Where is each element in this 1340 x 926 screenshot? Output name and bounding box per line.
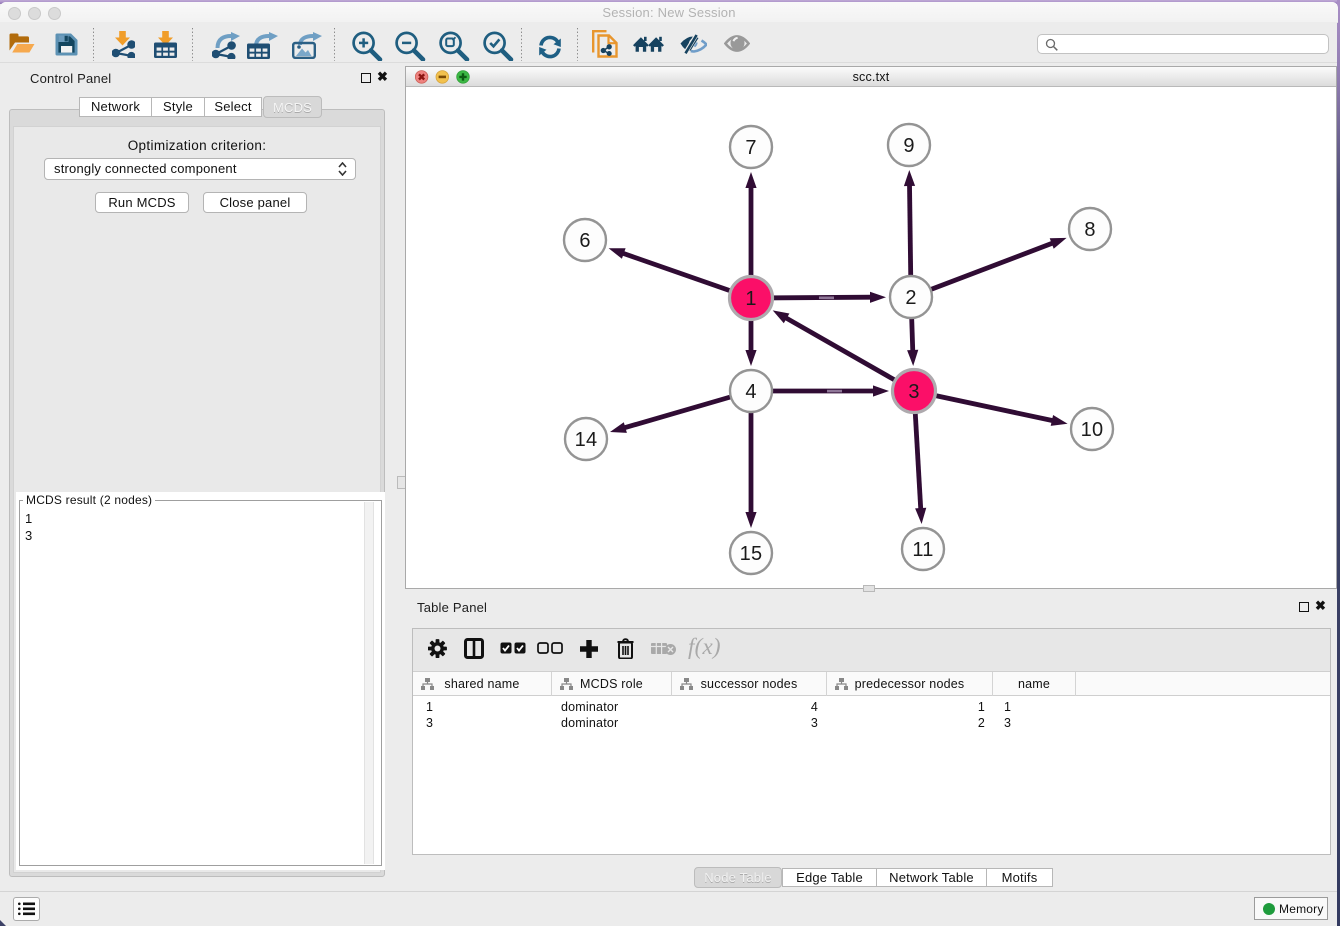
svg-text:3: 3 bbox=[908, 381, 919, 403]
svg-text:9: 9 bbox=[903, 135, 914, 157]
svg-text:7: 7 bbox=[745, 137, 756, 159]
svg-text:11: 11 bbox=[912, 539, 933, 561]
svg-text:15: 15 bbox=[740, 543, 763, 565]
svg-text:1: 1 bbox=[745, 288, 756, 310]
svg-text:8: 8 bbox=[1084, 219, 1095, 241]
svg-text:2: 2 bbox=[905, 287, 916, 309]
svg-text:10: 10 bbox=[1081, 419, 1104, 441]
svg-text:4: 4 bbox=[745, 381, 756, 403]
svg-text:6: 6 bbox=[579, 230, 590, 252]
svg-text:14: 14 bbox=[575, 429, 598, 451]
